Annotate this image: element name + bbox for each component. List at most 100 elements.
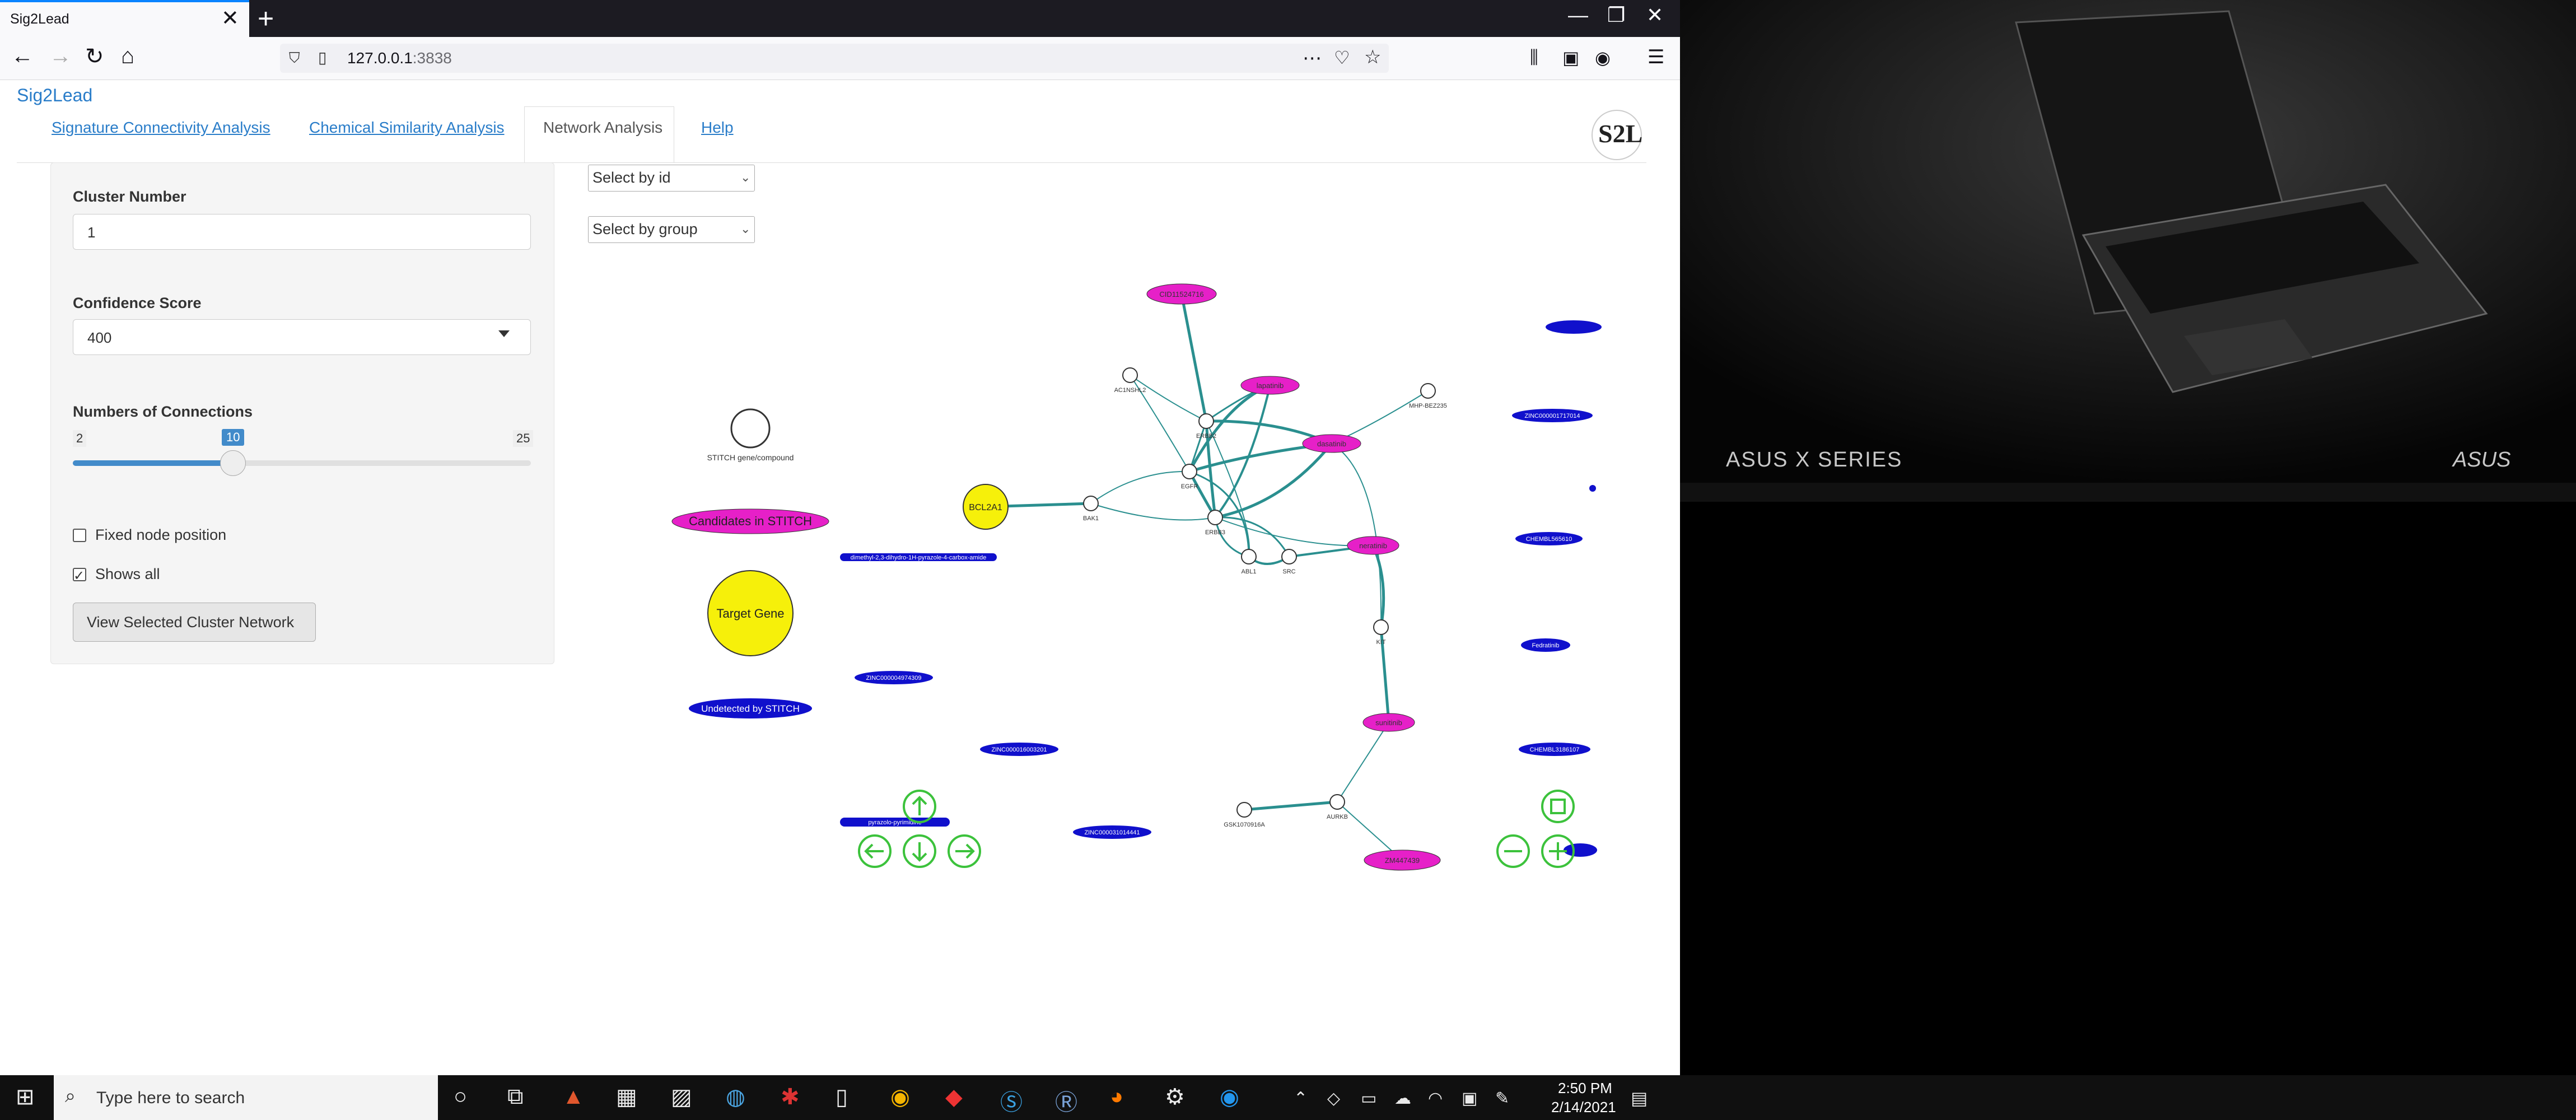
page-actions-icon[interactable]: ⋯	[1303, 47, 1322, 69]
photos-icon[interactable]: ▨	[671, 1084, 692, 1110]
gene-node-label: BAK1	[1083, 515, 1099, 522]
gene-node[interactable]	[1083, 496, 1099, 511]
confidence-score-label: Confidence Score	[73, 295, 202, 311]
maximize-icon[interactable]: ❐	[1607, 3, 1625, 27]
shows-all-label: Shows all	[95, 566, 160, 582]
settings-gear-icon[interactable]: ⚙	[1165, 1084, 1185, 1110]
file-icon[interactable]: ▯	[836, 1084, 848, 1110]
back-icon[interactable]: ←	[11, 44, 34, 69]
forward-icon[interactable]: →	[49, 44, 72, 69]
pdf-icon[interactable]: ◆	[945, 1084, 963, 1110]
edge	[1371, 545, 1385, 628]
r-icon[interactable]: Ⓡ	[1055, 1084, 1077, 1117]
skype-icon[interactable]: Ⓢ	[1000, 1084, 1023, 1117]
sidebar-icon[interactable]: ▣	[1562, 47, 1579, 68]
undetected-node-label: ZINC000001717014	[1524, 413, 1580, 419]
clock-date[interactable]: 2/14/2021	[1551, 1099, 1616, 1116]
slider-handle[interactable]	[220, 450, 246, 476]
gene-node-label: ERBB3	[1205, 529, 1225, 536]
wifi-icon[interactable]: ◠	[1428, 1089, 1443, 1108]
bookmark-star-icon[interactable]: ☆	[1364, 46, 1381, 68]
gene-node[interactable]	[1329, 794, 1345, 810]
undetected-node[interactable]	[1564, 843, 1597, 857]
gene-node-label: AC1NSHL2	[1114, 387, 1146, 394]
reload-icon[interactable]: ↻	[85, 44, 104, 69]
tab-chemical-similarity[interactable]: Chemical Similarity Analysis	[309, 119, 505, 137]
gene-node[interactable]	[1207, 510, 1223, 525]
undetected-node[interactable]	[1589, 485, 1596, 492]
library-icon[interactable]: ⫼	[1530, 47, 1538, 68]
gene-node-label: GSK1070916A	[1224, 822, 1265, 828]
arrow-down-glyph	[912, 842, 927, 862]
new-tab-icon[interactable]: +	[258, 2, 274, 35]
edge	[1214, 385, 1271, 519]
slider-value: 10	[222, 429, 245, 446]
checkmark-icon: ✓	[73, 568, 85, 584]
gene-node[interactable]	[1373, 619, 1389, 635]
fit-glyph	[1550, 799, 1566, 814]
cortana-icon[interactable]: ○	[454, 1084, 467, 1109]
chevron-down-icon	[498, 330, 510, 337]
gene-node[interactable]	[1182, 464, 1197, 479]
cluster-number-label: Cluster Number	[73, 188, 186, 205]
menu-icon[interactable]: ☰	[1648, 46, 1664, 68]
undetected-node-label: ZINC000031014441	[1084, 829, 1140, 836]
desktop-wallpaper	[1680, 0, 2576, 483]
gene-node[interactable]	[1236, 802, 1252, 818]
gene-node[interactable]	[1198, 413, 1214, 429]
tab-bar	[0, 0, 1680, 37]
chrome-icon[interactable]: ◉	[890, 1084, 910, 1110]
edge	[1130, 375, 1207, 422]
clock-time[interactable]: 2:50 PM	[1558, 1080, 1612, 1097]
tab-network-analysis[interactable]: Network Analysis	[543, 119, 662, 137]
chevron-up-icon[interactable]: ⌃	[1294, 1089, 1308, 1108]
app-brand[interactable]: Sig2Lead	[17, 85, 92, 106]
wallpaper-brand-logo: ASUS	[2453, 448, 2511, 472]
battery-icon[interactable]: ▭	[1361, 1089, 1376, 1108]
home-icon[interactable]: ⌂	[121, 44, 134, 69]
gene-node-label: AURKB	[1327, 814, 1348, 820]
arrow-right-glyph	[955, 843, 975, 859]
notifications-icon[interactable]: ▤	[1631, 1088, 1648, 1109]
gene-node[interactable]	[1241, 549, 1257, 564]
fixed-node-checkbox[interactable]	[73, 529, 86, 542]
chevron-down-icon: ⌄	[740, 170, 751, 184]
edge	[1180, 293, 1208, 422]
task-view-icon[interactable]: ⧉	[507, 1084, 524, 1109]
app-gear-icon[interactable]: ✱	[781, 1084, 800, 1110]
target-node-label: BCL2A1	[969, 503, 1002, 512]
url-text[interactable]: 127.0.0.1:3838	[347, 49, 452, 67]
zoom-fit-icon[interactable]	[1541, 790, 1575, 823]
gene-node-label: KIT	[1376, 639, 1385, 646]
gene-node[interactable]	[1420, 383, 1436, 399]
compound-node-label: ZM447439	[1385, 856, 1420, 865]
cluster-number-input[interactable]	[73, 214, 531, 250]
undetected-node-label: CHEMBL3186107	[1530, 746, 1580, 753]
pen-icon[interactable]: ✎	[1495, 1089, 1509, 1108]
firefox-icon[interactable]: ◕	[1110, 1084, 1123, 1109]
dropbox-icon[interactable]: ◇	[1327, 1089, 1340, 1108]
confidence-score-select[interactable]	[73, 319, 531, 355]
pocket-icon[interactable]: ♡	[1334, 47, 1350, 68]
tab-close-icon[interactable]: ✕	[221, 6, 239, 31]
legend-candidates-label: Candidates in STITCH	[689, 514, 812, 528]
gene-node[interactable]	[1122, 367, 1138, 383]
account-icon[interactable]: ◉	[1595, 47, 1611, 68]
matlab-icon[interactable]: ▲	[562, 1084, 585, 1109]
window-close-icon[interactable]: ✕	[1646, 3, 1663, 27]
slider-min: 2	[73, 430, 87, 447]
undetected-node[interactable]	[1546, 320, 1602, 334]
network-graph[interactable]: STITCH gene/compound Candidates in STITC…	[577, 235, 1641, 907]
onedrive-icon[interactable]: ☁	[1394, 1089, 1411, 1108]
calendar-icon[interactable]: ▦	[616, 1084, 637, 1110]
docker-icon[interactable]: ◉	[1220, 1084, 1239, 1110]
legend-stitch-label: STITCH gene/compound	[707, 453, 794, 462]
tab-signature-connectivity[interactable]: Signature Connectivity Analysis	[52, 119, 270, 137]
edge	[1090, 470, 1190, 504]
gene-node[interactable]	[1281, 549, 1297, 564]
minimize-icon[interactable]: —	[1568, 3, 1588, 27]
language-icon[interactable]: ◍	[726, 1084, 745, 1110]
start-icon[interactable]: ⊞	[16, 1084, 35, 1110]
tab-help[interactable]: Help	[701, 119, 734, 137]
display-icon[interactable]: ▣	[1462, 1089, 1477, 1108]
